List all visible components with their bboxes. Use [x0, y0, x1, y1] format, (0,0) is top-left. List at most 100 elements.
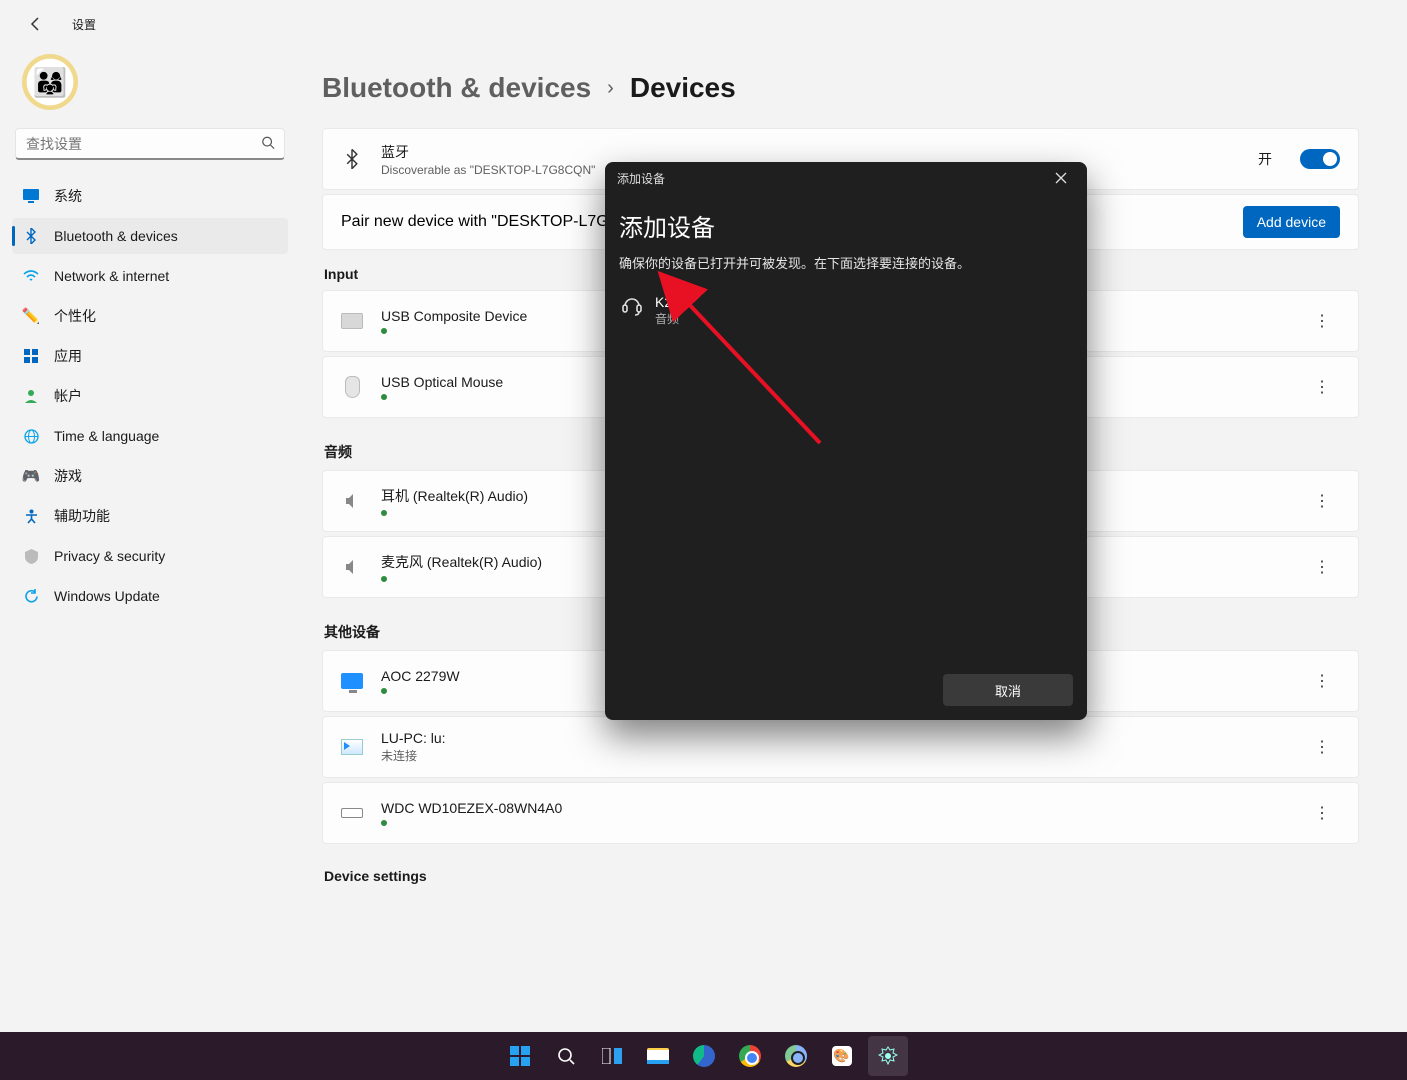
more-button[interactable]: ⋮ [1304, 663, 1340, 699]
chevron-right-icon: › [607, 77, 614, 100]
accessibility-icon [22, 507, 40, 525]
discovered-device-name: K2 [655, 294, 679, 310]
pc-icon [341, 739, 363, 755]
task-view-icon [602, 1048, 622, 1064]
cancel-button[interactable]: 取消 [943, 674, 1073, 706]
mouse-icon [341, 376, 363, 398]
brush-icon: ✏️ [22, 307, 40, 325]
speaker-icon [341, 492, 363, 510]
refresh-icon [22, 587, 40, 605]
sidebar-item-label: 应用 [54, 346, 82, 366]
sidebar-item-system[interactable]: 系统 [12, 178, 288, 214]
sidebar-item-label: Network & internet [54, 268, 169, 284]
sidebar-item-network[interactable]: Network & internet [12, 258, 288, 294]
search-icon [261, 136, 275, 153]
sidebar-item-windows-update[interactable]: Windows Update [12, 578, 288, 614]
globe-icon [22, 427, 40, 445]
sidebar-item-privacy[interactable]: Privacy & security [12, 538, 288, 574]
paint-icon: 🎨 [832, 1046, 852, 1066]
taskbar-chrome[interactable] [730, 1036, 770, 1076]
taskbar: 🎨 [0, 1032, 1407, 1080]
more-button[interactable]: ⋮ [1304, 795, 1340, 831]
discovered-device-type: 音频 [655, 310, 679, 327]
gear-icon [878, 1046, 898, 1066]
more-button[interactable]: ⋮ [1304, 549, 1340, 585]
dialog-heading: 添加设备 [619, 208, 1073, 243]
sidebar-item-bluetooth[interactable]: Bluetooth & devices [12, 218, 288, 254]
more-button[interactable]: ⋮ [1304, 303, 1340, 339]
chrome-icon [739, 1045, 761, 1067]
device-status: 未连接 [381, 747, 1286, 764]
sidebar-item-time-language[interactable]: Time & language [12, 418, 288, 454]
status-dot-icon [381, 510, 387, 516]
sidebar-item-label: Windows Update [54, 588, 160, 604]
wifi-icon [22, 267, 40, 285]
sidebar-item-label: Time & language [54, 428, 159, 444]
bluetooth-icon [341, 149, 363, 169]
discovered-device-k2[interactable]: K2 音频 [619, 288, 1073, 333]
sidebar-item-gaming[interactable]: 🎮 游戏 [12, 458, 288, 494]
sidebar-item-label: Bluetooth & devices [54, 228, 178, 244]
status-dot-icon [381, 394, 387, 400]
sidebar-item-accounts[interactable]: 帐户 [12, 378, 288, 414]
search-icon [557, 1047, 575, 1065]
close-button[interactable] [1041, 164, 1081, 192]
breadcrumb-parent[interactable]: Bluetooth & devices [322, 72, 591, 104]
shield-icon [22, 547, 40, 565]
more-button[interactable]: ⋮ [1304, 729, 1340, 765]
dialog-titlebar-text: 添加设备 [617, 170, 665, 187]
section-label-device-settings: Device settings [324, 868, 1359, 884]
windows-icon [510, 1046, 530, 1066]
taskbar-paint[interactable]: 🎨 [822, 1036, 862, 1076]
microphone-icon [341, 558, 363, 576]
bluetooth-title: 蓝牙 [381, 142, 1240, 162]
back-button[interactable] [16, 4, 56, 44]
device-name: WDC WD10EZEX-08WN4A0 [381, 800, 1286, 816]
sidebar-item-accessibility[interactable]: 辅助功能 [12, 498, 288, 534]
more-button[interactable]: ⋮ [1304, 369, 1340, 405]
monitor-icon [341, 673, 363, 689]
breadcrumb-current: Devices [630, 72, 736, 104]
start-button[interactable] [500, 1036, 540, 1076]
drive-icon [341, 808, 363, 818]
sidebar-item-label: 帐户 [54, 386, 82, 406]
search-input[interactable] [15, 128, 285, 160]
taskbar-task-view[interactable] [592, 1036, 632, 1076]
gamepad-icon: 🎮 [22, 467, 40, 485]
person-icon [22, 387, 40, 405]
toggle-label: 开 [1258, 149, 1272, 169]
apps-icon [22, 347, 40, 365]
status-dot-icon [381, 576, 387, 582]
sidebar-item-personalization[interactable]: ✏️ 个性化 [12, 298, 288, 334]
bluetooth-toggle[interactable] [1300, 149, 1340, 169]
taskbar-chrome-canary[interactable] [776, 1036, 816, 1076]
more-button[interactable]: ⋮ [1304, 483, 1340, 519]
device-row-lu-pc[interactable]: LU-PC: lu: 未连接 ⋮ [322, 716, 1359, 778]
headset-icon [621, 294, 643, 316]
folder-icon [647, 1048, 669, 1064]
close-icon [1055, 172, 1067, 184]
sidebar-item-label: Privacy & security [54, 548, 165, 564]
device-name: LU-PC: lu: [381, 730, 1286, 746]
status-dot-icon [381, 688, 387, 694]
sidebar-item-label: 个性化 [54, 306, 96, 326]
taskbar-explorer[interactable] [638, 1036, 678, 1076]
sidebar-item-label: 游戏 [54, 466, 82, 486]
taskbar-settings[interactable] [868, 1036, 908, 1076]
sidebar: 👨‍👩‍👧 系统 Bluetooth & devices Network & i… [0, 48, 300, 1080]
sidebar-item-label: 系统 [54, 186, 82, 206]
window-title: 设置 [72, 16, 96, 33]
device-row-hdd[interactable]: WDC WD10EZEX-08WN4A0 ⋮ [322, 782, 1359, 844]
add-device-dialog: 添加设备 添加设备 确保你的设备已打开并可被发现。在下面选择要连接的设备。 K2… [605, 162, 1087, 720]
status-dot-icon [381, 820, 387, 826]
monitor-icon [22, 187, 40, 205]
taskbar-search[interactable] [546, 1036, 586, 1076]
add-device-button[interactable]: Add device [1243, 206, 1340, 238]
chrome-canary-icon [785, 1045, 807, 1067]
bluetooth-icon [22, 227, 40, 245]
dialog-description: 确保你的设备已打开并可被发现。在下面选择要连接的设备。 [619, 253, 1073, 272]
sidebar-item-apps[interactable]: 应用 [12, 338, 288, 374]
taskbar-edge[interactable] [684, 1036, 724, 1076]
breadcrumb: Bluetooth & devices › Devices [322, 72, 1359, 104]
user-avatar[interactable]: 👨‍👩‍👧 [22, 54, 78, 110]
